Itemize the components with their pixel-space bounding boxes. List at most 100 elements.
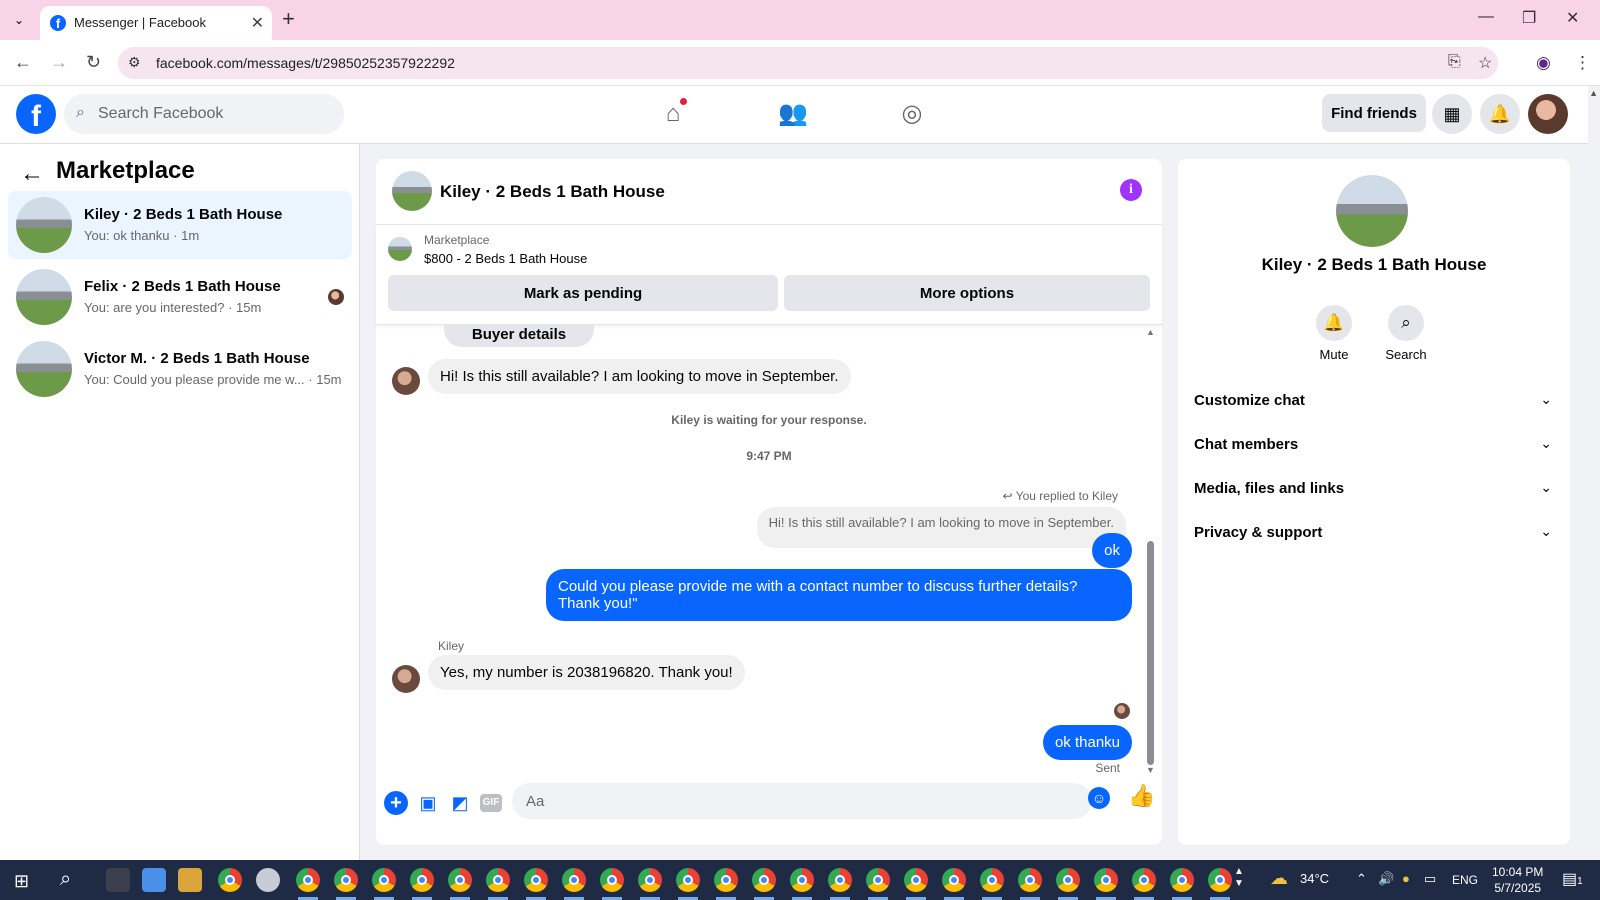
chrome-profile-icon[interactable]	[1170, 868, 1194, 892]
omnibox[interactable]: ⚙ facebook.com/messages/t/29850252357922…	[118, 47, 1498, 79]
listing-avatar[interactable]	[1336, 175, 1408, 247]
profile-icon[interactable]: ◉	[1536, 53, 1551, 73]
back-arrow-icon[interactable]: ←	[20, 160, 44, 188]
apps-grid-icon[interactable]: ▦	[1432, 94, 1472, 134]
scrollbar-thumb[interactable]	[1147, 541, 1154, 765]
chrome-profile-icon[interactable]	[1056, 868, 1080, 892]
facebook-logo[interactable]: f	[16, 94, 56, 134]
search-button[interactable]: ⌕ Search	[1370, 305, 1442, 362]
close-window-icon[interactable]: ✕	[1566, 8, 1579, 28]
app-icon[interactable]	[178, 868, 202, 892]
chrome-profile-icon[interactable]	[1018, 868, 1042, 892]
install-app-icon[interactable]: ⎘	[1448, 53, 1461, 71]
home-icon[interactable]: ⌂	[653, 96, 693, 132]
friends-icon[interactable]: 👥	[773, 96, 813, 132]
section-media-files-links[interactable]: Media, files and links ⌄	[1186, 469, 1562, 509]
chrome-profile-icon[interactable]	[600, 868, 624, 892]
taskbar-scroll-icon[interactable]: ▲ ▼	[1234, 866, 1244, 890]
tab-search-icon[interactable]: ⌄	[8, 10, 30, 30]
chrome-profile-icon[interactable]	[296, 868, 320, 892]
chrome-profile-icon[interactable]	[904, 868, 928, 892]
search-input[interactable]	[98, 94, 328, 134]
chat-title[interactable]: Kiley · 2 Beds 1 Bath House	[440, 182, 665, 202]
new-tab-icon[interactable]: +	[282, 6, 295, 32]
chrome-profile-icon[interactable]	[676, 868, 700, 892]
section-chat-members[interactable]: Chat members ⌄	[1186, 425, 1562, 465]
chrome-profile-icon[interactable]	[790, 868, 814, 892]
start-icon[interactable]: ⊞	[14, 871, 29, 892]
page-scroll-up-icon[interactable]: ▲	[1589, 88, 1598, 98]
buyer-details-button[interactable]: Buyer details	[444, 325, 594, 347]
taskbar-search-icon[interactable]: ⌕	[60, 868, 71, 891]
chrome-profile-icon[interactable]	[562, 868, 586, 892]
gif-icon[interactable]: GIF	[480, 794, 502, 812]
network-status-icon[interactable]: ●	[1402, 871, 1410, 886]
app-icon[interactable]	[256, 868, 280, 892]
groups-icon[interactable]: ◎	[892, 96, 932, 132]
chrome-profile-icon[interactable]	[828, 868, 852, 892]
chrome-profile-icon[interactable]	[714, 868, 738, 892]
chrome-profile-icon[interactable]	[638, 868, 662, 892]
section-customize-chat[interactable]: Customize chat ⌄	[1186, 381, 1562, 421]
more-options-button[interactable]: More options	[784, 275, 1150, 311]
message-input[interactable]	[512, 783, 1092, 819]
sticker-icon[interactable]: ◩	[448, 791, 472, 815]
tray-chevron-icon[interactable]: ⌃	[1356, 871, 1367, 887]
profile-avatar[interactable]	[1528, 94, 1568, 134]
weather-icon[interactable]: ☁	[1270, 868, 1288, 889]
temperature[interactable]: 34°C	[1300, 871, 1329, 886]
chat-avatar[interactable]	[392, 171, 432, 211]
chrome-profile-icon[interactable]	[1208, 868, 1232, 892]
notifications-bell-icon[interactable]: 🔔	[1480, 94, 1520, 134]
chrome-profile-icon[interactable]	[486, 868, 510, 892]
thumbs-up-icon[interactable]: 👍	[1128, 783, 1155, 809]
app-icon[interactable]	[106, 868, 130, 892]
site-info-icon[interactable]: ⚙	[128, 54, 141, 71]
find-friends-button[interactable]: Find friends	[1322, 94, 1426, 132]
chrome-profile-icon[interactable]	[410, 868, 434, 892]
chrome-profile-icon[interactable]	[524, 868, 548, 892]
mute-button[interactable]: 🔔 Mute	[1298, 305, 1370, 362]
forward-icon[interactable]: →	[50, 52, 68, 73]
chrome-profile-icon[interactable]	[942, 868, 966, 892]
message-scrollbar[interactable]: ▲ ▼	[1146, 325, 1155, 777]
minimize-icon[interactable]: —	[1478, 8, 1494, 26]
reload-icon[interactable]: ↻	[86, 52, 101, 73]
display-icon[interactable]: ▭	[1424, 871, 1436, 887]
store-icon[interactable]	[142, 868, 166, 892]
notification-center-icon[interactable]: ▤1	[1562, 869, 1583, 889]
chrome-profile-icon[interactable]	[752, 868, 776, 892]
scroll-up-icon[interactable]: ▲	[1146, 327, 1155, 337]
chrome-profile-icon[interactable]	[448, 868, 472, 892]
chrome-profile-icon[interactable]	[980, 868, 1004, 892]
browser-tab[interactable]: f Messenger | Facebook ✕	[40, 6, 272, 40]
menu-dots-icon[interactable]: ⋮	[1574, 53, 1591, 73]
clock[interactable]: 10:04 PM 5/7/2025	[1492, 864, 1543, 896]
chrome-profile-icon[interactable]	[334, 868, 358, 892]
plus-icon[interactable]: +	[384, 791, 408, 815]
info-icon[interactable]: i	[1120, 179, 1142, 201]
incoming-message: Hi! Is this still available? I am lookin…	[428, 359, 851, 394]
restore-icon[interactable]: ❐	[1522, 8, 1536, 28]
conversation-item[interactable]: Felix · 2 Beds 1 Bath House You: are you…	[8, 263, 352, 331]
chrome-profile-icon[interactable]	[1132, 868, 1156, 892]
facebook-search[interactable]: ⌕	[64, 94, 344, 134]
volume-icon[interactable]: 🔊	[1378, 871, 1394, 887]
emoji-icon[interactable]: ☺	[1088, 787, 1110, 809]
chrome-profile-icon[interactable]	[866, 868, 890, 892]
chrome-profile-icon[interactable]	[1094, 868, 1118, 892]
scroll-down-icon[interactable]: ▼	[1146, 765, 1155, 775]
section-privacy-support[interactable]: Privacy & support ⌄	[1186, 513, 1562, 553]
mark-pending-button[interactable]: Mark as pending	[388, 275, 778, 311]
url-text[interactable]: facebook.com/messages/t/2985025235792229…	[156, 55, 455, 71]
chrome-icon[interactable]	[218, 868, 242, 892]
language-indicator[interactable]: ENG	[1452, 873, 1478, 887]
conversation-item[interactable]: Victor M. · 2 Beds 1 Bath House You: Cou…	[8, 335, 352, 403]
bookmark-star-icon[interactable]: ☆	[1478, 53, 1492, 73]
close-tab-icon[interactable]: ✕	[251, 13, 264, 33]
conversation-item[interactable]: Kiley · 2 Beds 1 Bath House You: ok than…	[8, 191, 352, 259]
photo-icon[interactable]: ▣	[416, 791, 440, 815]
listing-title[interactable]: $800 - 2 Beds 1 Bath House	[424, 251, 587, 266]
back-icon[interactable]: ←	[14, 52, 32, 73]
chrome-profile-icon[interactable]	[372, 868, 396, 892]
